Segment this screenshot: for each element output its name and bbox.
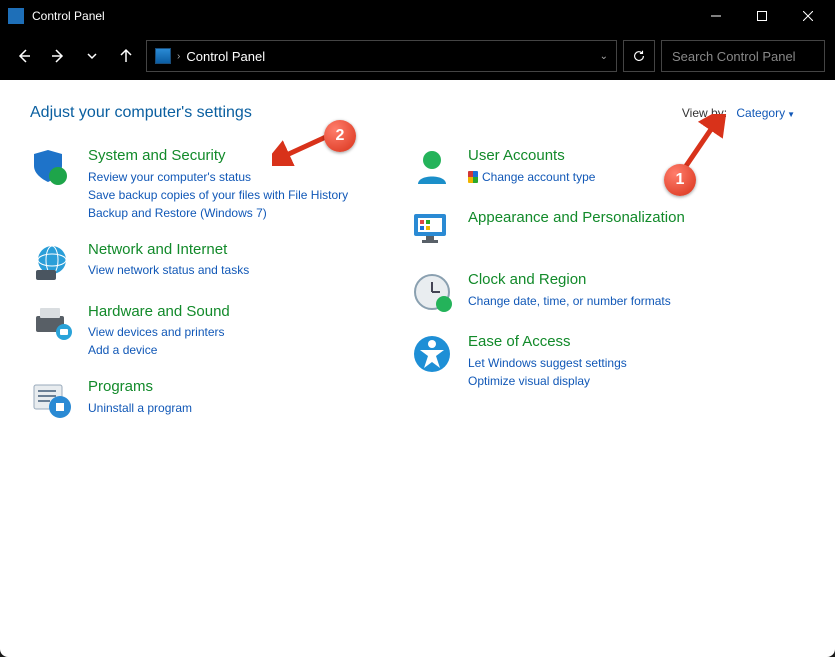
category-column-right: User Accounts Change account type Appear…	[410, 146, 750, 439]
category-user-accounts: User Accounts Change account type	[410, 146, 750, 190]
view-by-label: View by:	[682, 106, 727, 120]
search-box[interactable]	[661, 40, 825, 72]
up-button[interactable]	[112, 42, 140, 70]
back-button[interactable]	[10, 42, 38, 70]
monitor-icon	[410, 208, 454, 252]
category-title[interactable]: Hardware and Sound	[88, 302, 230, 322]
app-icon	[8, 8, 24, 24]
recent-dropdown[interactable]	[78, 42, 106, 70]
category-title[interactable]: Clock and Region	[468, 270, 671, 290]
forward-button[interactable]	[44, 42, 72, 70]
category-title[interactable]: User Accounts	[468, 146, 595, 166]
clock-icon	[410, 270, 454, 314]
chevron-down-icon[interactable]: ⌄	[600, 51, 608, 62]
category-title[interactable]: Appearance and Personalization	[468, 208, 685, 228]
globe-icon	[30, 240, 74, 284]
view-by-dropdown[interactable]: Category▼	[736, 106, 795, 120]
category-link[interactable]: View devices and printers	[88, 323, 230, 341]
category-hardware: Hardware and Sound View devices and prin…	[30, 302, 370, 360]
category-link[interactable]: Let Windows suggest settings	[468, 354, 627, 372]
category-link[interactable]: Change date, time, or number formats	[468, 292, 671, 310]
category-link[interactable]: Save backup copies of your files with Fi…	[88, 186, 348, 204]
window-title: Control Panel	[32, 9, 105, 23]
programs-icon	[30, 377, 74, 421]
category-network: Network and Internet View network status…	[30, 240, 370, 284]
category-clock: Clock and Region Change date, time, or n…	[410, 270, 750, 314]
category-system-security: System and Security Review your computer…	[30, 146, 370, 222]
nav-toolbar: › Control Panel ⌄	[0, 32, 835, 80]
control-panel-icon	[155, 48, 171, 64]
address-bar[interactable]: › Control Panel ⌄	[146, 40, 617, 72]
category-link[interactable]: View network status and tasks	[88, 261, 249, 279]
category-appearance: Appearance and Personalization	[410, 208, 750, 252]
chevron-right-icon: ›	[177, 51, 180, 62]
refresh-button[interactable]	[623, 40, 655, 72]
uac-shield-icon	[468, 171, 478, 183]
titlebar: Control Panel	[0, 0, 835, 32]
category-title[interactable]: System and Security	[88, 146, 348, 166]
close-button[interactable]	[785, 0, 831, 32]
category-ease-of-access: Ease of Access Let Windows suggest setti…	[410, 332, 750, 390]
category-title[interactable]: Network and Internet	[88, 240, 249, 260]
content-area: Adjust your computer's settings View by:…	[0, 80, 835, 657]
accessibility-icon	[410, 332, 454, 376]
category-link[interactable]: Optimize visual display	[468, 372, 627, 390]
category-link[interactable]: Change account type	[468, 168, 595, 186]
shield-icon	[30, 146, 74, 190]
view-by: View by: Category▼	[682, 106, 795, 120]
printer-icon	[30, 302, 74, 346]
category-link[interactable]: Review your computer's status	[88, 168, 348, 186]
breadcrumb[interactable]: Control Panel	[186, 49, 265, 64]
category-link[interactable]: Uninstall a program	[88, 399, 192, 417]
category-column-left: System and Security Review your computer…	[30, 146, 370, 439]
category-programs: Programs Uninstall a program	[30, 377, 370, 421]
maximize-button[interactable]	[739, 0, 785, 32]
category-link[interactable]: Add a device	[88, 341, 230, 359]
category-title[interactable]: Programs	[88, 377, 192, 397]
search-input[interactable]	[670, 48, 835, 65]
category-title[interactable]: Ease of Access	[468, 332, 627, 352]
user-icon	[410, 146, 454, 190]
category-link[interactable]: Backup and Restore (Windows 7)	[88, 204, 348, 222]
minimize-button[interactable]	[693, 0, 739, 32]
